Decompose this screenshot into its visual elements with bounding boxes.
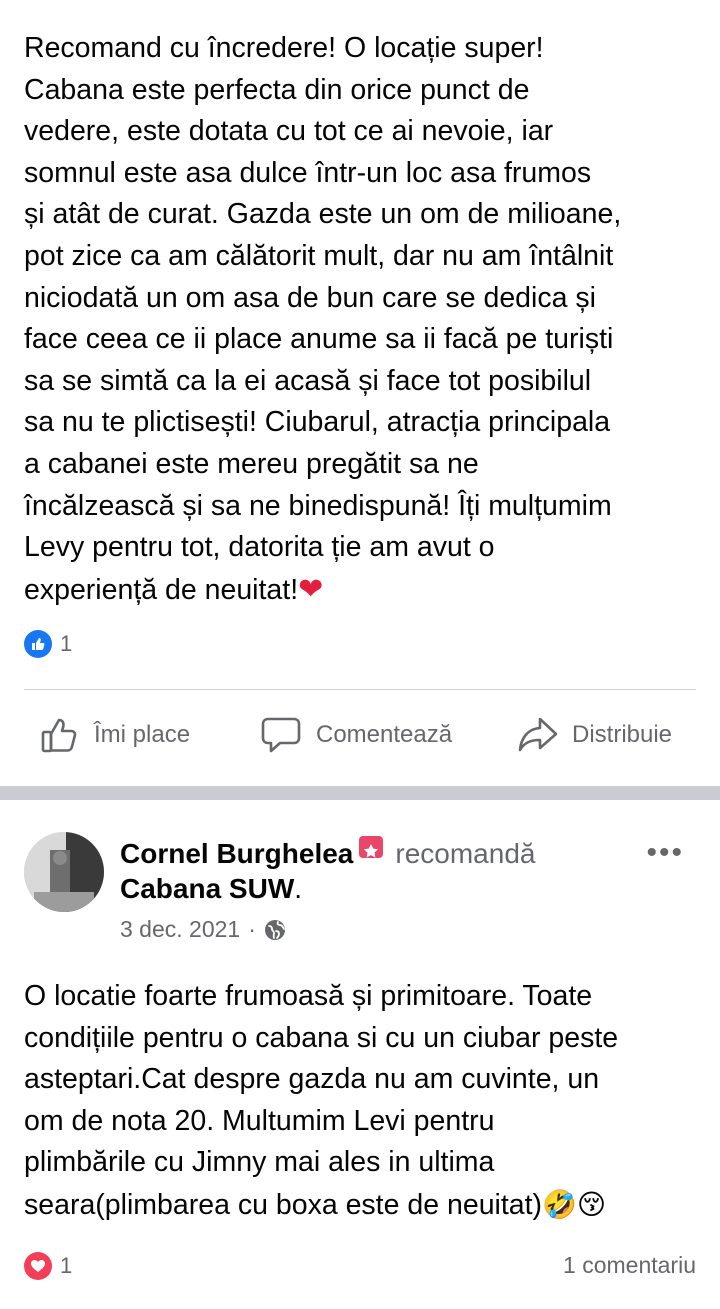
- post-date[interactable]: 3 dec. 2021: [120, 916, 240, 943]
- share-button[interactable]: Distribuie: [518, 710, 672, 760]
- reactions-summary-2[interactable]: 1: [24, 1252, 72, 1280]
- reaction-count: 1: [60, 631, 73, 656]
- post-text-body: Recomand cu încredere! O locație super! …: [24, 32, 622, 606]
- meta-separator: ·: [248, 916, 256, 942]
- avatar[interactable]: [24, 832, 104, 912]
- like-label: Îmi place: [94, 721, 191, 748]
- comment-button[interactable]: Comentează: [260, 710, 452, 760]
- page-name-link[interactable]: Cabana SUW: [120, 873, 294, 904]
- thumbs-up-icon: [41, 718, 77, 753]
- comment-icon: [261, 717, 301, 753]
- post-text: Recomand cu încredere! O locație super! …: [24, 28, 704, 611]
- like-icon: [24, 630, 52, 658]
- love-icon: [24, 1252, 52, 1280]
- laughing-emojis: 🤣😚: [542, 1188, 607, 1220]
- post-text-2: O locatie foarte frumoasă și primitoare.…: [24, 976, 704, 1227]
- comments-count-link[interactable]: 1 comentariu: [563, 1252, 696, 1279]
- share-label: Distribuie: [572, 721, 673, 748]
- like-button[interactable]: Îmi place: [40, 710, 190, 760]
- globe-icon: [264, 919, 285, 940]
- more-options-icon[interactable]: •••: [646, 836, 684, 870]
- reactions-summary[interactable]: 1: [24, 630, 72, 658]
- post-header-line2: Cabana SUW.: [120, 872, 302, 906]
- reaction-count-2: 1: [60, 1253, 73, 1278]
- comment-label: Comentează: [316, 721, 453, 748]
- post-meta: 3 dec. 2021 ·: [120, 916, 286, 943]
- feed-separator: [0, 786, 720, 800]
- share-icon: [518, 717, 558, 752]
- page-suffix: .: [294, 873, 303, 904]
- heart-emoji: ❤: [298, 572, 324, 606]
- post-text-body-2: O locatie foarte frumoasă și primitoare.…: [24, 980, 619, 1221]
- divider: [24, 689, 696, 690]
- recommends-text: recomandă: [395, 838, 536, 869]
- post-header: Cornel Burghelea recomandă: [120, 836, 535, 871]
- recommend-badge-icon: [359, 836, 384, 858]
- post-action-bar: Îmi place Comentează Distribuie: [0, 710, 720, 760]
- author-name[interactable]: Cornel Burghelea: [120, 838, 353, 869]
